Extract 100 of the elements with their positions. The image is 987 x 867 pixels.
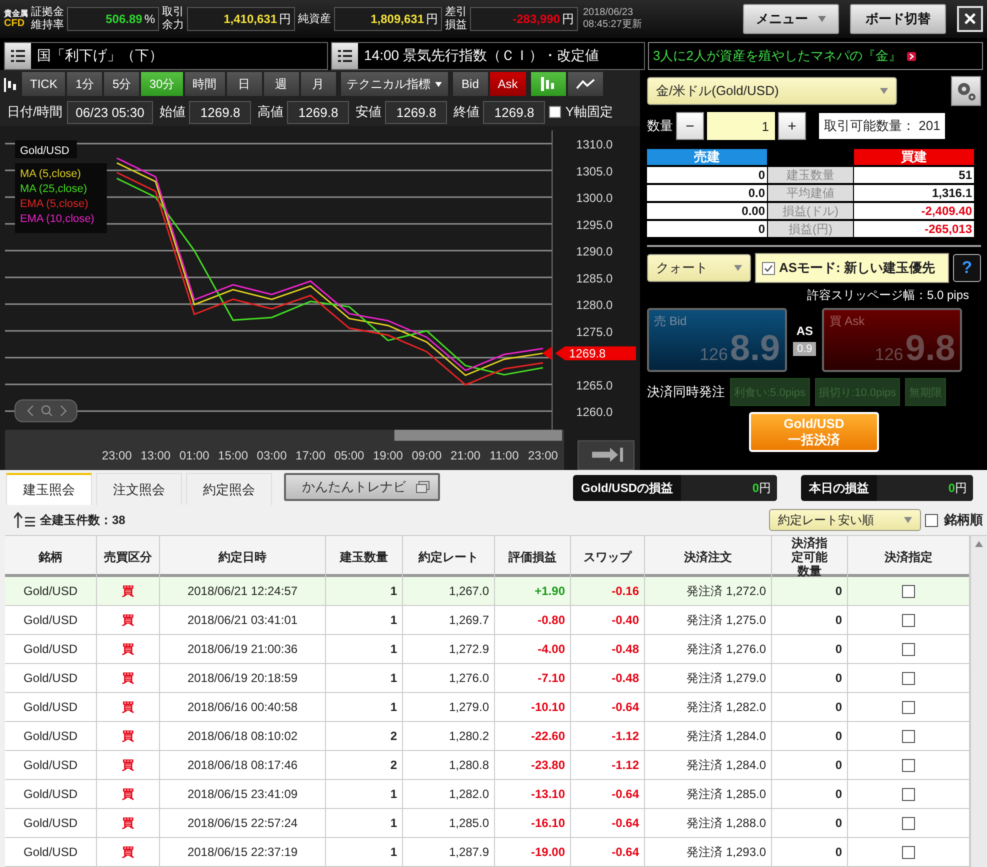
table-cell: 買 — [97, 722, 160, 750]
help-button[interactable]: ? — [953, 254, 981, 282]
menu-button[interactable]: メニュー — [743, 4, 839, 34]
table-cell: 0 — [772, 780, 848, 808]
table-cell: -22.60 — [495, 722, 571, 750]
list-button[interactable] — [332, 43, 358, 69]
line-chart-button[interactable] — [566, 71, 604, 98]
table-cell: 0 — [772, 635, 848, 663]
view-tab[interactable]: 注文照会 — [96, 473, 182, 506]
caret-icon — [818, 16, 826, 22]
table-cell: 1 — [326, 664, 403, 692]
view-tab[interactable]: 約定照会 — [186, 473, 272, 506]
checkbox[interactable] — [925, 514, 938, 527]
y-tick-label: 1310.0 — [576, 138, 613, 152]
list-icon — [11, 50, 25, 62]
table-cell: -0.64 — [571, 809, 645, 837]
period-tab[interactable]: 月 — [300, 71, 337, 98]
scroll-end-button[interactable] — [578, 440, 634, 470]
checkbox[interactable] — [549, 106, 562, 118]
scroll-up-icon — [975, 541, 983, 547]
stat-label: 差引 損益 — [445, 6, 467, 32]
checkbox-label: Y軸固定 — [565, 103, 613, 122]
checkbox[interactable] — [902, 758, 915, 772]
period-tab[interactable]: 週 — [262, 71, 300, 98]
checkbox[interactable] — [902, 730, 915, 742]
table-cell: 買 — [97, 809, 160, 837]
checkbox[interactable] — [902, 700, 915, 714]
decrease-button[interactable]: − — [676, 112, 704, 140]
price-field: 1269.8 — [483, 100, 546, 124]
increase-button[interactable]: + — [778, 112, 806, 140]
scroll-handle[interactable] — [394, 430, 562, 441]
checkbox[interactable] — [902, 846, 915, 858]
chart-title: Gold/USD — [14, 140, 77, 158]
x-tick-label: 19:00 — [373, 448, 403, 463]
chart-nav-control[interactable] — [14, 399, 78, 422]
checkbox[interactable] — [902, 584, 915, 598]
buy-value: -2,409.40 — [854, 203, 974, 219]
trade-navi-button[interactable]: かんたんトレナビ — [284, 473, 440, 502]
candlestick-button[interactable] — [530, 71, 567, 98]
pl-label: 本日の損益 — [808, 480, 870, 497]
checkbox[interactable] — [902, 672, 915, 684]
table-cell: 買 — [97, 635, 160, 663]
table-cell: 2018/06/19 20:18:59 — [160, 664, 326, 692]
checkbox[interactable] — [902, 788, 915, 800]
table-cell: 1,276.0 — [403, 664, 495, 692]
checkbox[interactable] — [902, 614, 915, 626]
quantity-field[interactable]: 1 — [707, 112, 775, 140]
y-tick-label: 1280.0 — [576, 298, 613, 312]
sell-value: 0 — [647, 167, 767, 183]
table-cell: Gold/USD — [5, 809, 97, 837]
instrument-dropdown[interactable]: 金/米ドル(Gold/USD) — [647, 77, 897, 105]
available-quantity: 取引可能数量： 201 — [819, 113, 946, 139]
table-cell: -0.64 — [571, 780, 645, 808]
scrollbar[interactable] — [970, 536, 987, 867]
y-tick-label: 1295.0 — [576, 218, 613, 232]
table-cell: 発注済 1,282.0 — [645, 693, 772, 721]
table-cell: 2018/06/21 03:41:01 — [160, 606, 326, 634]
period-tab[interactable]: TICK — [21, 71, 66, 98]
list-button[interactable] — [5, 43, 31, 69]
sort-dropdown[interactable]: 約定レート安い順 — [769, 509, 921, 532]
period-tab[interactable]: 日 — [226, 71, 263, 98]
table-cell: 2018/06/15 23:41:09 — [160, 780, 326, 808]
period-tab[interactable]: 時間 — [184, 71, 226, 98]
checkbox-label: 銘柄順 — [944, 511, 983, 530]
spread-label: AS — [796, 324, 813, 338]
x-tick-label: 13:00 — [140, 448, 171, 463]
table-cell: -0.48 — [571, 664, 645, 692]
field-label: 終値 — [453, 103, 480, 122]
table-cell: Gold/USD — [5, 722, 97, 750]
caret-icon — [734, 265, 742, 271]
table-cell: 2018/06/19 21:00:36 — [160, 635, 326, 663]
period-tab[interactable]: 1分 — [66, 71, 104, 98]
price-side-tab[interactable]: Bid — [452, 71, 489, 98]
table-cell: 2 — [326, 751, 403, 779]
table-cell: 1 — [326, 577, 403, 605]
view-tab[interactable]: 建玉照会 — [6, 473, 92, 506]
field-label: 安値 — [355, 103, 382, 122]
checkbox[interactable] — [902, 816, 915, 830]
indicator-dropdown[interactable]: テクニカル指標 — [340, 71, 449, 98]
x-tick-label: 21:00 — [450, 448, 480, 463]
table-cell: Gold/USD — [5, 606, 97, 634]
checkbox[interactable] — [902, 642, 915, 656]
period-tab[interactable]: 5分 — [103, 71, 140, 98]
table-cell: 1,280.8 — [403, 751, 495, 779]
order-type-dropdown[interactable]: クォート — [647, 254, 751, 282]
board-switch-button[interactable]: ボード切替 — [850, 4, 946, 34]
table-cell: 2 — [326, 722, 403, 750]
close-button[interactable]: × — [957, 6, 983, 32]
cfd-logo: 貴金属 CFD — [4, 9, 28, 29]
table-cell: 2018/06/15 22:37:19 — [160, 838, 326, 866]
pl-value: 0円 — [877, 475, 973, 502]
table-cell: 買 — [97, 577, 160, 605]
candlestick-icon — [540, 77, 556, 92]
settings-button[interactable] — [951, 76, 981, 106]
table-cell: 2018/06/21 12:24:57 — [160, 577, 326, 605]
price-side-tab[interactable]: Ask — [488, 71, 527, 98]
as-mode-option[interactable]: ASモード: 新しい建玉優先 — [755, 253, 949, 283]
caret-icon — [434, 82, 442, 87]
table-cell: -1.12 — [571, 722, 645, 750]
table-cell: Gold/USD — [5, 577, 97, 605]
